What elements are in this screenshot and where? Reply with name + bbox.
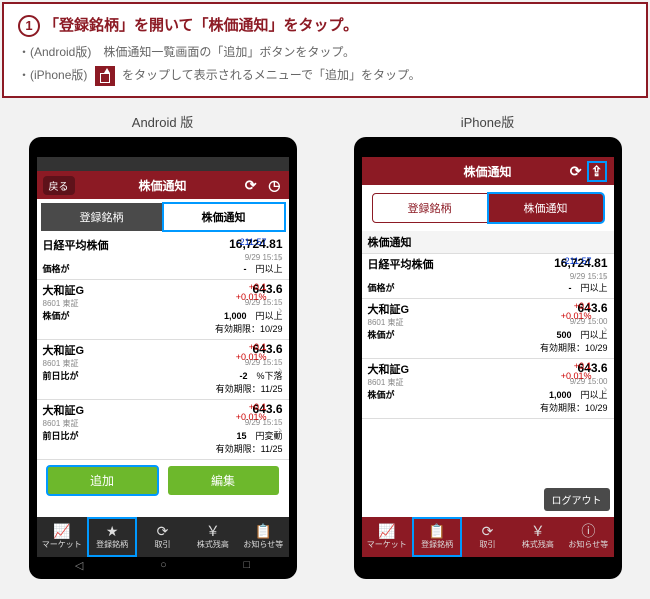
tabbar-market[interactable]: 📈マーケット [37,517,87,557]
list-row[interactable]: 大和証G643.68601 東証9/29 15:00株価が500 円以上有効期限… [362,299,614,359]
instruction-iphone-b: をタップして表示されるメニューで「追加」をタップ。 [122,68,421,82]
iphone-list: 日経平均株価16,724.819/29 15:15価格が- 円以上-211.57… [362,254,614,419]
tabbar-notice[interactable]: 📋お知らせ等 [238,517,288,557]
back-button[interactable]: 戻る [43,176,75,195]
star-icon: ★ [106,524,119,538]
android-button-row: 追加 編集 [47,466,279,495]
iphone-header: 株価通知 ⟳ ⇪ [362,157,614,185]
list-row[interactable]: 大和証G643.68601 東証9/29 15:15株価が1,000 円以上有効… [37,280,289,340]
iphone-tabs: 登録銘柄 株価通知 [366,189,610,227]
instruction-iphone-a: ・(iPhone版) [18,68,87,82]
tab-registered[interactable]: 登録銘柄 [372,193,488,223]
android-tabs: 登録銘柄 株価通知 [41,203,285,231]
tabbar-registered[interactable]: 📋登録銘柄 [412,517,462,557]
logout-button[interactable]: ログアウト [544,488,610,511]
list-row[interactable]: 大和証G643.68601 東証9/29 15:15前日比が15 円変動有効期限… [37,400,289,460]
section-title: 株価通知 [362,231,614,254]
tabbar-balance[interactable]: ￥株式残高 [513,517,563,557]
tabbar-balance[interactable]: ￥株式残高 [188,517,238,557]
share-icon[interactable]: ⇪ [588,162,606,181]
instruction-main: 1「登録銘柄」を開いて「株価通知」をタップ。 [18,14,632,37]
tabbar-registered[interactable]: ★登録銘柄 [87,517,137,557]
tab-registered[interactable]: 登録銘柄 [41,203,163,231]
list-row[interactable]: 大和証G643.68601 東証9/29 15:15前日比が-2 %下落有効期限… [37,340,289,400]
instruction-box: 1「登録銘柄」を開いて「株価通知」をタップ。 ・(Android版) 株価通知一… [2,2,648,98]
instruction-main-text: 「登録銘柄」を開いて「株価通知」をタップ。 [44,17,358,34]
header-title: 株価通知 [138,177,186,194]
refresh-icon[interactable]: ⟳ [570,163,582,180]
tab-notice[interactable]: 株価通知 [163,203,285,231]
refresh-icon[interactable]: ⟳ [245,177,257,194]
header-title: 株価通知 [463,163,511,180]
android-header: 戻る 株価通知 ⟳ ◷ [37,171,289,199]
iphone-phone: 株価通知 ⟳ ⇪ 登録銘柄 株価通知 株価通知 日経平均株価16,724.819… [354,137,622,579]
info-icon: ⓘ [581,524,595,538]
android-statusbar [37,157,289,171]
tab-notice[interactable]: 株価通知 [488,193,604,223]
tabbar-trade[interactable]: ⟳取引 [462,517,512,557]
caption-iphone: iPhone版 [461,112,514,131]
caption-android: Android 版 [132,112,193,131]
tabbar-trade[interactable]: ⟳取引 [137,517,187,557]
share-icon [95,66,115,86]
instruction-iphone: ・(iPhone版) をタップして表示されるメニューで「追加」をタップ。 [18,66,632,86]
yen-icon: ￥ [531,524,545,538]
yen-icon: ￥ [206,524,220,538]
refresh-icon: ⟳ [157,524,169,538]
step-number: 1 [18,15,40,37]
list-row[interactable]: 日経平均株価16,724.819/29 15:15価格が- 円以上-211.57… [362,254,614,299]
instruction-android: ・(Android版) 株価通知一覧画面の「追加」ボタンをタップ。 [18,43,632,60]
android-navbar: ◁○□ [37,557,289,573]
tabbar-notice[interactable]: ⓘお知らせ等 [563,517,613,557]
android-tabbar: 📈マーケット ★登録銘柄 ⟳取引 ￥株式残高 📋お知らせ等 [37,517,289,557]
tabbar-market[interactable]: 📈マーケット [362,517,412,557]
clipboard-icon: 📋 [428,524,445,538]
list-row[interactable]: 日経平均株価16,724.819/29 15:15価格が- 円以上-211.57… [37,235,289,280]
add-button[interactable]: 追加 [47,466,158,495]
android-phone: 戻る 株価通知 ⟳ ◷ 登録銘柄 株価通知 日経平均株価16,724.819/2… [29,137,297,579]
clipboard-icon: 📋 [255,524,272,538]
chart-icon: 📈 [378,524,395,538]
iphone-tabbar: 📈マーケット 📋登録銘柄 ⟳取引 ￥株式残高 ⓘお知らせ等 [362,517,614,557]
chart-icon: 📈 [53,524,70,538]
list-row[interactable]: 大和証G643.68601 東証9/29 15:00株価が1,000 円以上有効… [362,359,614,419]
refresh-icon: ⟳ [482,524,494,538]
clock-icon[interactable]: ◷ [268,177,280,194]
edit-button[interactable]: 編集 [168,466,279,495]
android-list: 日経平均株価16,724.819/29 15:15価格が- 円以上-211.57… [37,235,289,460]
